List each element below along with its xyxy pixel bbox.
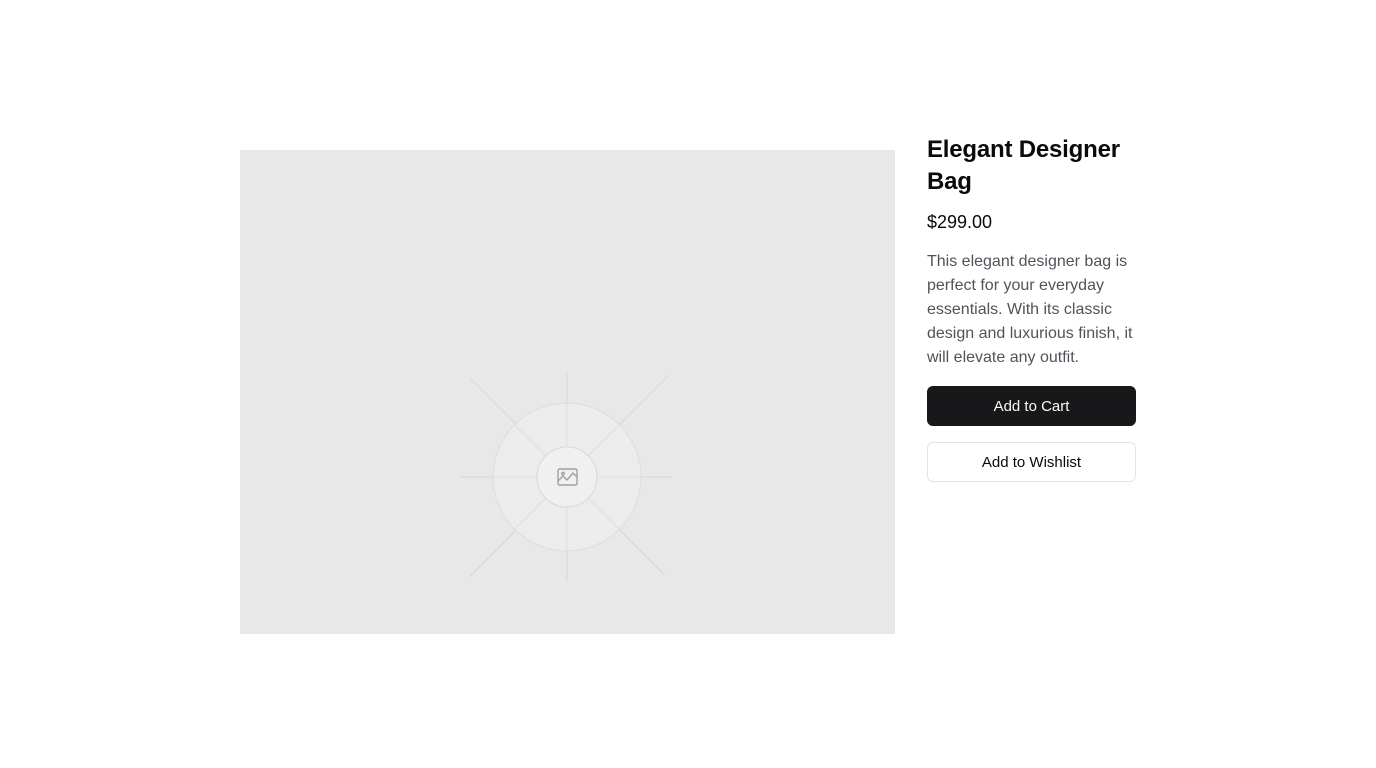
product-price: $299.00 bbox=[927, 212, 993, 232]
product-description: This elegant designer bag is perfect for… bbox=[927, 253, 1133, 366]
product-page: Elegant Designer Bag $299.00 This elegan… bbox=[0, 0, 1376, 768]
image-placeholder-icon bbox=[460, 372, 672, 582]
product-title: Elegant Designer Bag bbox=[927, 136, 1120, 195]
product-details: Elegant Designer Bag $299.00 This elegan… bbox=[927, 134, 1137, 482]
product-image bbox=[240, 150, 895, 634]
add-to-wishlist-button[interactable]: Add to Wishlist bbox=[927, 442, 1136, 482]
add-to-cart-button[interactable]: Add to Cart bbox=[927, 386, 1136, 426]
